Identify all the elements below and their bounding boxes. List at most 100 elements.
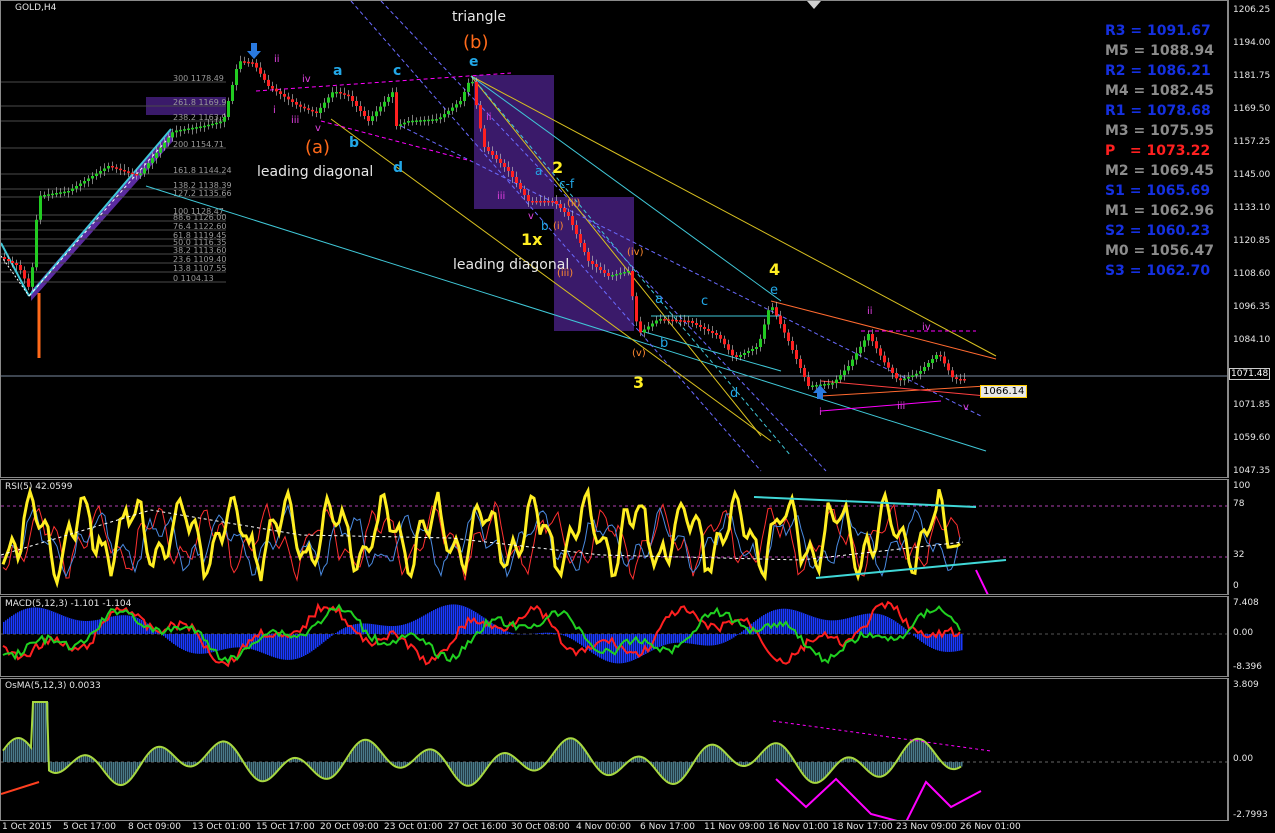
macd-bar [741,631,743,634]
candle [147,163,150,169]
candle [779,315,782,325]
candle [59,192,62,194]
macd-bar [657,634,659,648]
candle [919,371,922,374]
osma-orange-line [1,781,40,795]
candle [735,355,738,357]
macd-bar [341,629,343,634]
trendline [820,385,987,397]
osma-bar [355,746,357,762]
osma-bar [457,762,459,779]
fib-label: 261.8 1169.9 [173,98,226,107]
macd-bar [461,605,463,634]
osma-bar [51,762,53,772]
macd-bar [13,614,15,634]
candle [35,219,38,268]
osma-bar [373,743,375,762]
osma-bar [227,742,229,762]
wave-label-two: 2 [552,158,564,177]
macd-bar [943,634,945,652]
osma-bar [5,747,7,762]
candle [535,201,538,203]
macd-bar [23,609,25,634]
osma-bar [255,762,257,778]
trendline [820,380,987,397]
macd-bar [951,634,953,652]
macd-bar [167,634,169,640]
trendline [380,1,827,472]
macd-bar [807,614,809,634]
macd-bar [405,623,407,634]
macd-bar [881,614,883,634]
macd-bar [305,634,307,656]
osma-bar [505,753,507,762]
macd-bar [697,634,699,645]
osma-bar [127,762,129,783]
osma-bar [661,762,663,777]
osma-bar [37,702,39,762]
candle [863,340,866,347]
macd-tick: 0.00 [1233,628,1254,638]
candle [739,355,742,357]
osma-pane[interactable]: OsMA(5,12,3) 0.0033 [0,678,1228,821]
macd-bar [891,618,893,634]
trendline [320,120,472,162]
macd-title: MACD(5,12,3) -1.101 -1.104 [5,599,132,609]
candle [123,170,126,172]
osma-arrow-path [905,780,982,820]
osma-bar [807,762,809,779]
osma-bar [575,739,577,762]
macd-bar [371,623,373,634]
candle [3,257,6,259]
macd-bar [39,607,41,634]
candle [255,62,258,68]
macd-bar [385,625,387,634]
price-axis[interactable]: 1206.25 1194.00 1181.75 1169.50 1157.25 … [1228,0,1275,478]
trendline [770,300,997,360]
candle [451,107,454,111]
candle [287,96,290,100]
osma-bar [677,762,679,784]
candle [267,79,270,86]
trendline [470,75,997,357]
macd-bar [959,634,961,651]
candle [367,116,370,121]
macd-bar [19,611,21,634]
wave-label-b2: b [660,336,669,351]
candle [307,108,310,110]
macd-bar [473,610,475,634]
candle [203,125,206,128]
candle [303,106,306,109]
candle [83,181,86,184]
osma-bar [19,738,21,762]
price-tick: 1120.85 [1233,236,1271,246]
candle [171,132,174,138]
macd-bar [949,634,951,652]
macd-bar [845,618,847,634]
osma-bar [83,755,85,762]
macd-pane[interactable]: MACD(5,12,3) -1.101 -1.104 [0,596,1228,677]
price-chart-pane[interactable]: 300 1178.49 261.8 1169.9 238.2 1163.9 200 1… [0,0,1228,478]
macd-bar [553,633,555,634]
osma-bar [159,746,161,762]
candle [963,379,966,381]
osma-bar [607,762,609,775]
osma-bar [609,762,611,776]
osma-bar [923,740,925,762]
candle [107,166,110,169]
candle [19,265,22,271]
candle [647,326,650,330]
osma-bar [903,751,905,762]
candle [487,147,490,151]
macd-bar [45,609,47,634]
osma-bar [125,762,127,784]
macd-bar [761,616,763,634]
osma-bar [315,762,317,773]
macd-bar [543,632,545,634]
candle [327,97,330,103]
price-tick: 1047.35 [1233,466,1271,476]
rsi-pane[interactable]: RSI(5) 42.0599 [0,479,1228,595]
down-arrow-icon [247,43,261,59]
macd-bar [597,634,599,657]
macd-bar [573,634,575,641]
